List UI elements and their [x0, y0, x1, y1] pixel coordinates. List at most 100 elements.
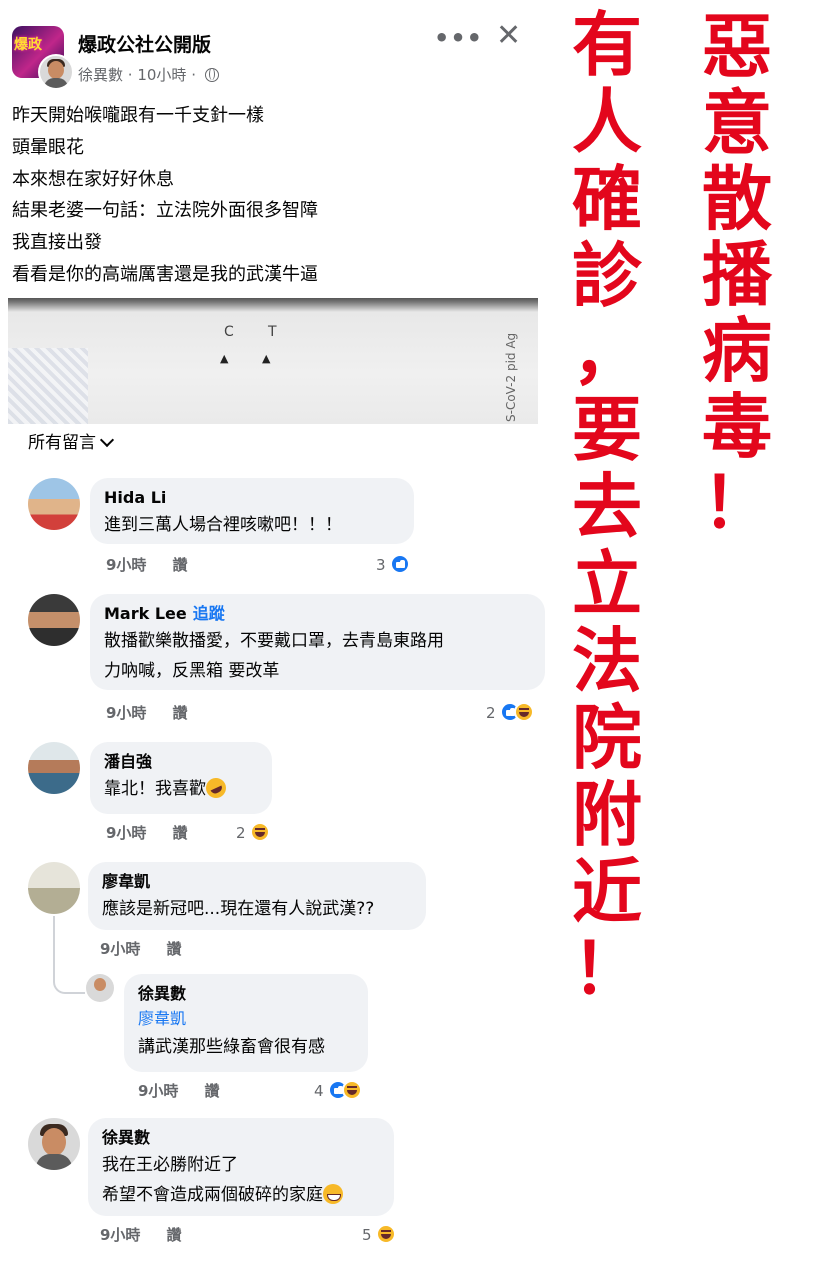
like-button[interactable]: 讚 — [204, 1082, 219, 1100]
comment-time[interactable]: 9小時 — [106, 704, 146, 722]
comment-text: 進到三萬人場合裡咳嗽吧！！！ — [104, 515, 342, 535]
follow-link[interactable]: 追蹤 — [193, 604, 225, 623]
post-line: 本來想在家好好休息 — [12, 168, 174, 190]
like-button[interactable]: 讚 — [166, 940, 181, 958]
like-icon — [390, 554, 411, 574]
test-mark-c: C — [224, 324, 234, 340]
comment-author-line: Mark Lee 追蹤 — [104, 602, 531, 626]
reaction-summary[interactable]: 2 — [236, 822, 271, 842]
mention-link[interactable]: 廖韋凱 — [138, 1006, 354, 1032]
comment-actions: 9小時 讚 — [106, 702, 187, 723]
like-button[interactable]: 讚 — [172, 824, 187, 842]
comment-text-line: 希望不會造成兩個破碎的家庭 — [102, 1180, 380, 1210]
comment-author[interactable]: Mark Lee — [104, 604, 187, 623]
avatar-face — [48, 61, 64, 79]
post-meta: 徐異數 · 10小時 · — [78, 64, 219, 85]
avatar[interactable] — [28, 594, 80, 646]
reaction-summary[interactable]: 2 — [486, 702, 535, 722]
comment-bubble: 徐異數 廖韋凱 講武漢那些綠畜會很有感 — [124, 974, 368, 1072]
marker-triangle: ▲ — [220, 352, 229, 365]
like-button[interactable]: 讚 — [172, 556, 187, 574]
comment-text: 力吶喊，反黑箱 要改革 — [104, 661, 280, 681]
poster-avatar[interactable] — [38, 54, 74, 90]
group-logo-text: 爆政 — [14, 37, 42, 53]
comment-actions: 9小時 讚 — [100, 1224, 181, 1245]
comment-author[interactable]: 徐異數 — [102, 1126, 380, 1150]
comment-text-line: 靠北！我喜歡 — [104, 774, 258, 804]
reaction-count: 5 — [362, 1226, 372, 1244]
post-header: 爆政 爆政公社公開版 徐異數 · 10小時 · ••• ✕ — [12, 18, 537, 90]
marker-triangle: ▲ — [262, 352, 271, 365]
banner-char: 病 — [702, 310, 772, 392]
more-icon[interactable]: ••• — [434, 24, 483, 52]
comment-time[interactable]: 9小時 — [106, 556, 146, 574]
test-mark-t: T — [268, 324, 277, 340]
rofl-emoji-icon — [202, 774, 230, 802]
reaction-count: 2 — [486, 704, 496, 722]
avatar[interactable] — [28, 1118, 80, 1170]
comment-text: 講武漢那些綠畜會很有感 — [138, 1037, 325, 1057]
banner-char: 意 — [702, 82, 772, 164]
post-text: 昨天開始喉嚨跟有一千支針一樣 頭暈眼花 本來想在家好好休息 結果老婆一句話：立法… — [12, 100, 532, 291]
banner-char: ， — [572, 312, 642, 394]
post-line: 頭暈眼花 — [12, 136, 84, 158]
banner-char: 立 — [572, 543, 642, 625]
banner-char: 惡 — [702, 6, 772, 88]
avatar[interactable] — [86, 974, 114, 1002]
poster-name[interactable]: 徐異數 — [78, 66, 123, 84]
comment-bubble: 徐異數 我在王必勝附近了 希望不會造成兩個破碎的家庭 — [88, 1118, 394, 1216]
banner-char: 毒 — [702, 386, 772, 468]
comment-text: 靠北！我喜歡 — [104, 779, 206, 799]
close-icon[interactable]: ✕ — [496, 18, 521, 53]
comment-author[interactable]: 廖韋凱 — [102, 870, 412, 894]
post-time[interactable]: · 10小時 · — [128, 66, 196, 84]
haha-icon — [514, 702, 535, 722]
comment-time[interactable]: 9小時 — [138, 1082, 178, 1100]
reaction-summary[interactable]: 4 — [314, 1080, 363, 1100]
group-name[interactable]: 爆政公社公開版 — [78, 30, 211, 57]
avatar-body — [36, 1154, 72, 1170]
reaction-count: 3 — [376, 556, 386, 574]
comment-time[interactable]: 9小時 — [106, 824, 146, 842]
banner-char: ！ — [572, 928, 642, 1010]
comment-author[interactable]: Hida Li — [104, 486, 400, 510]
banner-char: 散 — [702, 158, 772, 240]
like-button[interactable]: 讚 — [166, 1226, 181, 1244]
banner-char: 法 — [572, 620, 642, 702]
avatar[interactable] — [28, 742, 80, 794]
post-image[interactable]: C T ▲ ▲ S-CoV-2 pid Ag — [8, 298, 538, 424]
reaction-count: 2 — [236, 824, 246, 842]
post-line: 昨天開始喉嚨跟有一千支針一樣 — [12, 105, 264, 126]
haha-icon — [342, 1080, 363, 1100]
comment-text: 希望不會造成兩個破碎的家庭 — [102, 1185, 323, 1205]
globe-icon — [204, 68, 219, 82]
haha-icon — [376, 1224, 397, 1244]
banner-char: 播 — [702, 234, 772, 316]
comment-time[interactable]: 9小時 — [100, 940, 140, 958]
banner-char: ！ — [702, 462, 772, 544]
like-button[interactable]: 讚 — [172, 704, 187, 722]
reaction-summary[interactable]: 3 — [376, 554, 411, 574]
banner-char: 近 — [572, 851, 642, 933]
banner-char: 診 — [572, 235, 642, 317]
avatar[interactable] — [28, 478, 80, 530]
comment-filter[interactable]: 所有留言 — [28, 428, 115, 453]
banner-char: 去 — [572, 466, 642, 548]
comment-author[interactable]: 潘自強 — [104, 750, 258, 774]
banner-char: 人 — [572, 81, 642, 163]
haha-icon — [250, 822, 271, 842]
image-pattern — [8, 348, 88, 424]
comment-filter-label: 所有留言 — [28, 433, 96, 453]
post-line: 我直接出發 — [12, 232, 102, 254]
facebook-post: 爆政 爆政公社公開版 徐異數 · 10小時 · ••• ✕ 昨天開始喉嚨跟有一千… — [0, 0, 545, 1270]
comment-actions: 9小時 讚 — [138, 1080, 219, 1101]
comment-text: 應該是新冠吧...現在還有人說武漢?? — [102, 899, 375, 919]
avatar[interactable] — [28, 862, 80, 914]
banner-char: 確 — [572, 158, 642, 240]
comment-time[interactable]: 9小時 — [100, 1226, 140, 1244]
banner-char: 附 — [572, 774, 642, 856]
avatar-face — [42, 1128, 66, 1156]
grin-emoji-icon — [323, 1184, 343, 1204]
reaction-summary[interactable]: 5 — [362, 1224, 397, 1244]
comment-author[interactable]: 徐異數 — [138, 982, 354, 1006]
